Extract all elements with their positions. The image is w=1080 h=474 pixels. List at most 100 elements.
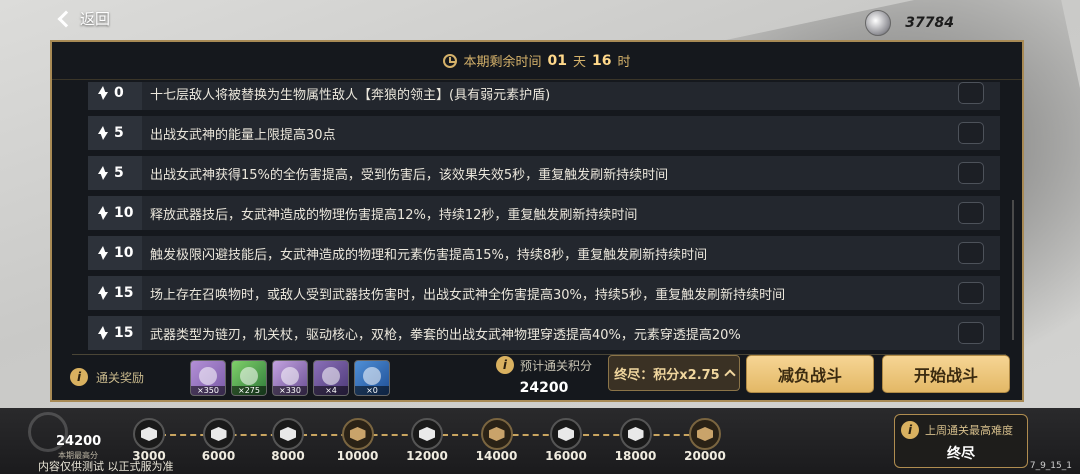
- rules-panel: 本期剩余时间 01 天 16 时 0 十七层敌人将被替换为生物属性敌人【奔狼的领…: [50, 40, 1024, 402]
- timer-hours: 16: [592, 52, 612, 69]
- reward-item[interactable]: ×0: [354, 360, 390, 396]
- currency-value: 37784: [905, 15, 954, 31]
- clock-icon: [443, 53, 458, 68]
- milestone-value: 8000: [271, 449, 305, 463]
- info-icon[interactable]: i: [495, 356, 514, 374]
- start-battle-button[interactable]: 开始战斗: [882, 355, 1010, 393]
- scrollbar[interactable]: [1012, 200, 1014, 340]
- rule-cost-value: 5: [114, 165, 124, 181]
- estimated-score: i 预计通关积分 24200: [484, 356, 604, 396]
- reward-coin-icon: [240, 367, 258, 385]
- back-button[interactable]: 返回: [57, 8, 110, 29]
- chest-icon: [697, 427, 713, 441]
- chest-icon: [558, 427, 574, 441]
- multiplier-label: 终尽：积分x2.75: [614, 367, 720, 383]
- reward-list: ×350 ×275 ×330 ×4 ×0: [190, 360, 390, 396]
- rule-cost-value: 5: [114, 125, 124, 141]
- reduce-battle-button[interactable]: 减负战斗: [746, 355, 874, 393]
- milestone-value: 16000: [545, 449, 587, 463]
- reward-qty: ×0: [355, 386, 389, 395]
- chest-icon: [141, 427, 157, 441]
- rule-text: 出战女武神的能量上限提高30点: [150, 127, 336, 143]
- reward-crystal-icon: [199, 367, 217, 385]
- reward-qty: ×330: [273, 386, 307, 395]
- rule-checkbox[interactable]: [958, 162, 984, 184]
- chest-icon: [419, 427, 435, 441]
- milestone-chest[interactable]: [550, 418, 582, 450]
- currency-display: 37784: [865, 10, 954, 36]
- rule-cost: 10: [88, 196, 142, 230]
- rule-text: 场上存在召唤物时，或敌人受到武器技伤害时，出战女武神全伤害提高30%，持续5秒，…: [150, 287, 786, 303]
- milestone-value: 18000: [614, 449, 657, 463]
- timer-hour-unit: 时: [617, 55, 631, 70]
- rule-text: 释放武器技后，女武神造成的物理伤害提高12%，持续12秒，重复触发刷新持续时间: [150, 207, 638, 223]
- milestone-chest[interactable]: [133, 418, 165, 450]
- milestone-value: 6000: [201, 449, 236, 463]
- lightning-icon: [98, 246, 108, 260]
- chest-icon: [280, 427, 296, 441]
- rule-checkbox[interactable]: [958, 82, 984, 104]
- rule-row[interactable]: 10 释放武器技后，女武神造成的物理伤害提高12%，持续12秒，重复触发刷新持续…: [88, 196, 1000, 230]
- milestone-chest[interactable]: [272, 418, 304, 450]
- rule-row[interactable]: 15 场上存在召唤物时，或敌人受到武器技伤害时，出战女武神全伤害提高30%，持续…: [88, 276, 1000, 310]
- rule-text: 触发极限闪避技能后，女武神造成的物理和元素伤害提高15%，持续8秒，重复触发刷新…: [150, 247, 708, 263]
- last-week-label: 上周通关最高难度: [925, 424, 1013, 437]
- milestone-chest[interactable]: [341, 418, 374, 450]
- reward-chip-icon: [322, 367, 340, 385]
- reward-qty: ×275: [232, 386, 266, 395]
- chevron-up-icon: [724, 369, 736, 381]
- rule-row[interactable]: 15 武器类型为链刃，机关杖，驱动核心，双枪，拳套的出战女武神物理穿透提高40%…: [88, 316, 1000, 350]
- chest-icon: [349, 427, 366, 441]
- score-label: 预计通关积分: [519, 358, 592, 373]
- rule-row[interactable]: 0 十七层敌人将被替换为生物属性敌人【奔狼的领主】(具有弱元素护盾): [88, 82, 1000, 110]
- reward-gem-icon: [363, 367, 381, 385]
- reward-item[interactable]: ×330: [272, 360, 308, 396]
- lightning-icon: [98, 86, 108, 100]
- reward-item[interactable]: ×275: [231, 360, 267, 396]
- rule-text: 武器类型为链刃，机关杖，驱动核心，双枪，拳套的出战女武神物理穿透提高40%，元素…: [150, 327, 741, 343]
- last-week-best: i 上周通关最高难度 终尽: [894, 414, 1028, 468]
- rule-cost-value: 0: [114, 85, 124, 101]
- rule-row[interactable]: 10 触发极限闪避技能后，女武神造成的物理和元素伤害提高15%，持续8秒，重复触…: [88, 236, 1000, 270]
- rule-checkbox[interactable]: [958, 322, 984, 344]
- milestone-chest[interactable]: [202, 418, 235, 450]
- lightning-icon: [98, 126, 108, 140]
- rewards-label-text: 通关奖励: [96, 370, 145, 385]
- rule-row[interactable]: 5 出战女武神获得15%的全伤害提高，受到伤害后，该效果失效5秒，重复触发刷新持…: [88, 156, 1000, 190]
- version-label: 7_9_15_1: [1029, 461, 1072, 471]
- rewards-label: i 通关奖励: [70, 368, 144, 386]
- rule-text: 十七层敌人将被替换为生物属性敌人【奔狼的领主】(具有弱元素护盾): [150, 87, 551, 103]
- rule-cost: 15: [88, 276, 142, 310]
- reward-item[interactable]: ×350: [190, 360, 226, 396]
- rule-cost: 15: [88, 316, 142, 350]
- info-icon[interactable]: i: [70, 368, 88, 386]
- info-icon[interactable]: i: [901, 421, 919, 439]
- milestone-chest[interactable]: [411, 418, 443, 450]
- reward-material-icon: [281, 367, 299, 385]
- last-week-value: 终尽: [947, 446, 975, 462]
- currency-emblem-icon: [865, 10, 892, 36]
- rule-row[interactable]: 5 出战女武神的能量上限提高30点: [88, 116, 1000, 150]
- milestone-chest[interactable]: [689, 418, 721, 450]
- rule-checkbox[interactable]: [958, 282, 984, 304]
- rule-checkbox[interactable]: [958, 202, 984, 224]
- lightning-icon: [98, 166, 108, 180]
- current-best-score: 24200: [56, 434, 102, 449]
- chest-icon: [210, 427, 227, 441]
- rule-list[interactable]: 0 十七层敌人将被替换为生物属性敌人【奔狼的领主】(具有弱元素护盾) 5 出战女…: [88, 82, 1008, 352]
- rule-checkbox[interactable]: [958, 122, 984, 144]
- difficulty-multiplier-button[interactable]: 终尽：积分x2.75: [608, 355, 740, 391]
- rule-checkbox[interactable]: [958, 242, 984, 264]
- rule-cost: 0: [88, 82, 142, 110]
- milestone-chest[interactable]: [619, 418, 652, 450]
- score-value: 24200: [519, 380, 569, 396]
- reward-item[interactable]: ×4: [313, 360, 349, 396]
- milestone-value: 12000: [406, 449, 448, 463]
- chevron-left-icon: [57, 10, 75, 28]
- milestone-chest[interactable]: [480, 418, 513, 450]
- reward-qty: ×4: [314, 386, 348, 395]
- milestone-value: 14000: [475, 449, 518, 463]
- timer-day-unit: 天: [572, 55, 586, 70]
- chest-icon: [627, 427, 644, 441]
- period-timer: 本期剩余时间 01 天 16 时: [52, 42, 1022, 80]
